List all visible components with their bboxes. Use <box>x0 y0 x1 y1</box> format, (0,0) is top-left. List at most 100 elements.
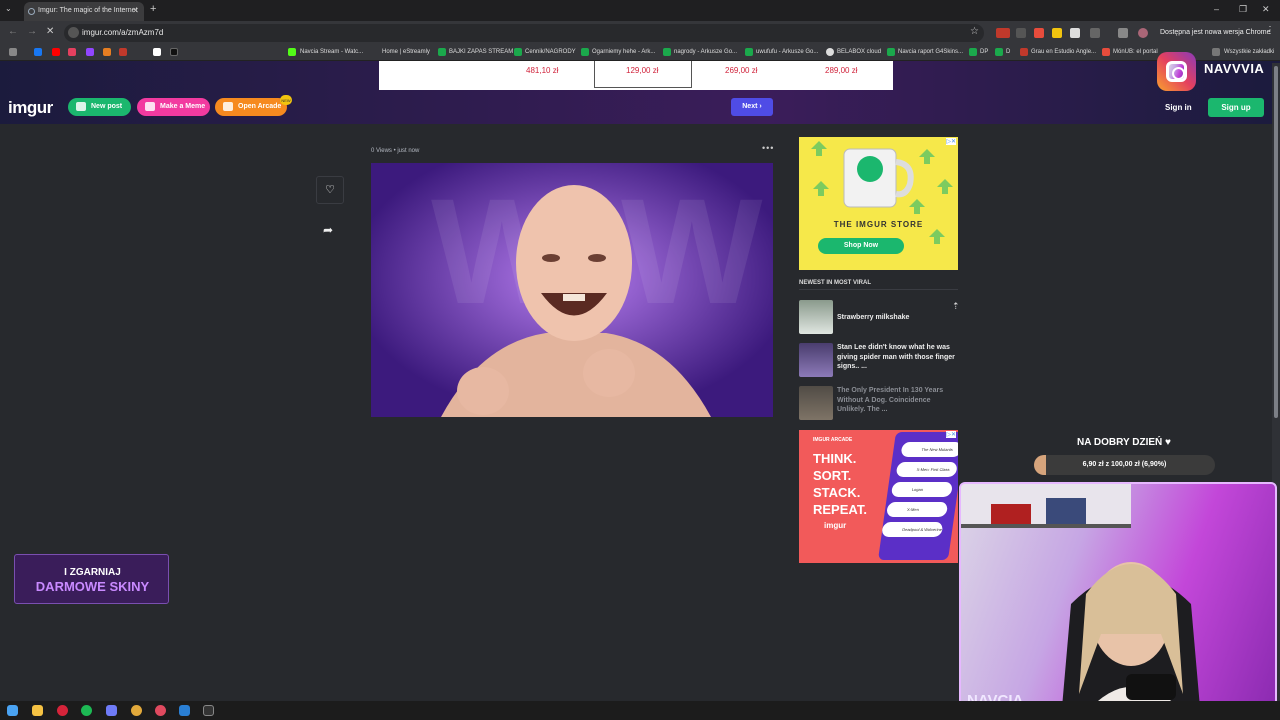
bookmark-icon[interactable] <box>103 48 111 56</box>
bookmark-star-icon[interactable]: ☆ <box>970 26 979 37</box>
imgur-logo[interactable]: imgur <box>8 98 53 118</box>
back-icon[interactable]: ← <box>8 26 18 37</box>
sheets-icon[interactable] <box>995 48 1003 56</box>
bookmark-item[interactable]: Home | eStreamly <box>382 49 430 55</box>
spotify-icon[interactable] <box>81 705 92 716</box>
bookmark-item[interactable]: BELABOX cloud <box>837 49 881 55</box>
extension-icon[interactable] <box>996 28 1010 38</box>
sheets-icon[interactable] <box>969 48 977 56</box>
more-options-icon[interactable]: ••• <box>762 143 774 153</box>
bookmark-item[interactable]: MónUB: el portal <box>1113 49 1158 55</box>
stop-loading-icon[interactable]: ✕ <box>46 26 54 37</box>
extension-icon[interactable] <box>1070 28 1080 38</box>
extension-icon[interactable] <box>1016 28 1026 38</box>
file-explorer-icon[interactable] <box>32 705 43 716</box>
new-tab-icon[interactable]: + <box>150 3 156 15</box>
apps-icon[interactable] <box>9 48 17 56</box>
sign-up-button[interactable]: Sign up <box>1208 98 1264 117</box>
sheets-icon[interactable] <box>438 48 446 56</box>
extensions-puzzle-icon[interactable] <box>1090 28 1100 38</box>
profile-avatar[interactable] <box>1138 28 1148 38</box>
facebook-icon[interactable] <box>34 48 42 56</box>
bookmark-item[interactable]: Grau en Estudio Angle... <box>1031 49 1096 55</box>
viral-item[interactable]: The Only President In 130 Years Without … <box>799 386 959 422</box>
windows-start-icon[interactable] <box>7 705 18 716</box>
app-icon[interactable] <box>155 705 166 716</box>
opera-icon[interactable] <box>57 705 68 716</box>
new-post-button[interactable]: New post <box>68 98 131 116</box>
close-tab-icon[interactable]: ✕ <box>132 6 139 15</box>
game-card: Logan <box>890 482 953 497</box>
bookmark-item[interactable]: nagrody - Arkusze Go... <box>674 49 737 55</box>
sheets-icon[interactable] <box>581 48 589 56</box>
bookmark-icon[interactable] <box>1020 48 1028 56</box>
bookmark-item[interactable]: Navcia raport G4Skins... <box>898 49 963 55</box>
sheets-icon[interactable] <box>745 48 753 56</box>
folder-icon[interactable] <box>1212 48 1220 56</box>
bookmark-icon[interactable] <box>119 48 127 56</box>
steam-icon[interactable] <box>179 705 190 716</box>
sign-in-link[interactable]: Sign in <box>1165 103 1192 112</box>
kick-icon[interactable] <box>288 48 296 56</box>
extension-icon[interactable] <box>1034 28 1044 38</box>
gamepad-icon <box>223 102 233 111</box>
ad-price[interactable]: 289,00 zł <box>825 66 857 75</box>
reading-list-icon[interactable] <box>1118 28 1128 38</box>
ad-price[interactable]: 481,10 zł <box>526 66 558 75</box>
restore-icon[interactable]: ❐ <box>1239 4 1247 15</box>
address-bar[interactable]: imgur.com/a/zmAzm7d <box>64 24 984 42</box>
extension-icon[interactable] <box>1052 28 1062 38</box>
next-post-button[interactable]: Next › <box>731 98 773 116</box>
chrome-icon[interactable] <box>131 705 142 716</box>
bookmark-item[interactable]: Navcia Stream - Watc... <box>300 49 363 55</box>
ad-price[interactable]: 129,00 zł <box>626 66 658 75</box>
tiktok-icon[interactable] <box>170 48 178 56</box>
bookmark-icon[interactable] <box>1102 48 1110 56</box>
bookmark-item[interactable]: Cennik/NAGRODY <box>525 49 576 55</box>
viral-thumbnail <box>799 386 833 420</box>
sheets-icon[interactable] <box>663 48 671 56</box>
store-title: THE IMGUR STORE <box>833 220 924 229</box>
app-icon[interactable] <box>106 705 117 716</box>
viral-item[interactable]: Strawberry milkshake <box>799 300 959 336</box>
forward-icon[interactable]: → <box>27 26 37 37</box>
bookmarks-bar: Navcia Stream - Watc... Home | eStreamly… <box>0 45 1280 61</box>
bookmark-item[interactable]: uwufufu - Arkusze Go... <box>756 49 818 55</box>
chrome-menu-icon[interactable]: ⋮ <box>1265 25 1275 36</box>
browser-tab[interactable]: Imgur: The magic of the Internet ✕ <box>24 2 144 21</box>
tab-search-icon[interactable]: ⌄ <box>5 4 12 13</box>
update-notice[interactable]: Dostępna jest nowa wersja Chrome <box>1160 25 1271 41</box>
ad-choices-icon[interactable]: ▷✕ <box>946 138 956 145</box>
bookmark-item[interactable]: Ogarniemy hehe - Ark... <box>592 49 655 55</box>
viral-item[interactable]: Stan Lee didn't know what he was giving … <box>799 343 959 379</box>
github-icon[interactable] <box>826 48 834 56</box>
imgur-arcade-ad[interactable]: IMGUR ARCADE THINK. SORT. STACK. REPEAT.… <box>799 430 958 563</box>
ad-price[interactable]: 269,00 zł <box>725 66 757 75</box>
sheets-icon[interactable] <box>514 48 522 56</box>
twitch-icon[interactable] <box>86 48 94 56</box>
make-meme-button[interactable]: Make a Meme <box>137 98 210 116</box>
price-ad-strip[interactable]: 481,10 zł 129,00 zł 269,00 zł 289,00 zł <box>379 61 893 90</box>
x-twitter-icon[interactable] <box>153 48 161 56</box>
free-skins-line1: I ZGARNIAJ <box>64 567 121 578</box>
all-bookmarks[interactable]: Wszystkie zakładki <box>1224 49 1274 55</box>
shop-now-button[interactable]: Shop Now <box>818 238 904 254</box>
bookmark-item[interactable]: BAJKI ZAPAS STREAM <box>449 49 513 55</box>
sheets-icon[interactable] <box>887 48 895 56</box>
minimize-icon[interactable]: – <box>1214 4 1219 14</box>
bookmark-item[interactable]: DP <box>980 49 988 55</box>
obs-icon[interactable] <box>203 705 214 716</box>
favorite-button[interactable]: ♡ <box>316 176 344 204</box>
site-info-icon[interactable] <box>68 27 79 38</box>
youtube-icon[interactable] <box>52 48 60 56</box>
ad-choices-icon[interactable]: ▷✕ <box>946 431 956 438</box>
window-close-icon[interactable]: ✕ <box>1262 4 1270 15</box>
open-arcade-button[interactable]: Open Arcade <box>215 98 287 116</box>
bookmark-item[interactable]: D <box>1006 49 1010 55</box>
instagram-icon[interactable] <box>68 48 76 56</box>
scrollbar-thumb[interactable] <box>1274 66 1278 418</box>
share-arrow-icon[interactable]: ➦ <box>323 223 333 237</box>
imgur-store-ad[interactable]: THE IMGUR STORE Shop Now ▷✕ <box>799 137 958 270</box>
post-image[interactable]: W W <box>371 163 773 417</box>
url-text: imgur.com/a/zmAzm7d <box>82 28 164 37</box>
